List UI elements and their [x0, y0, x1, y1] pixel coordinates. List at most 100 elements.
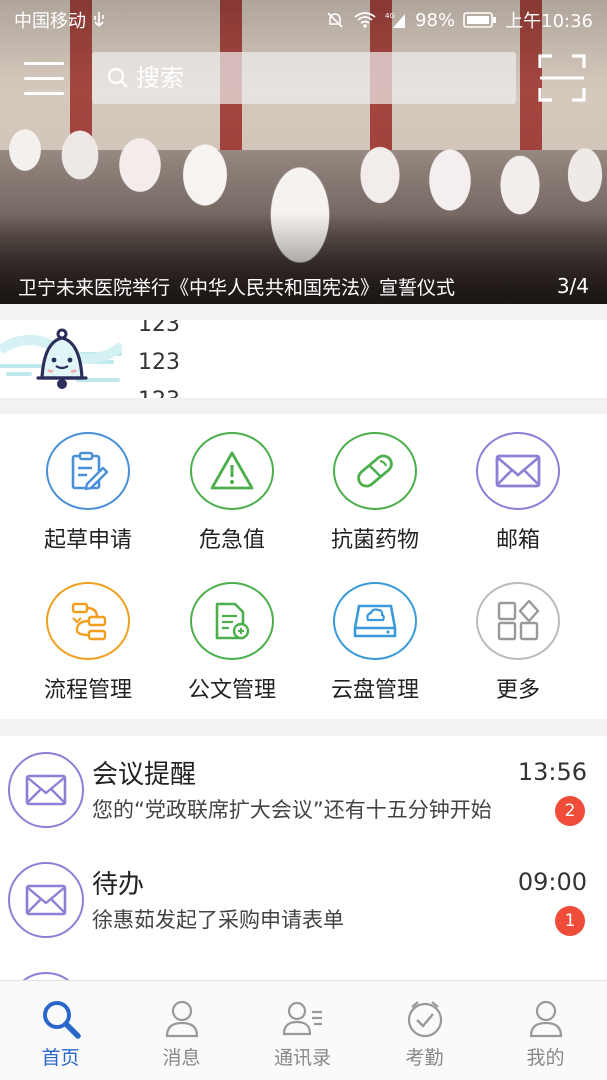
notice-line: 123	[138, 382, 180, 398]
pill-icon	[357, 454, 393, 488]
battery-percent: 98%	[415, 9, 456, 31]
home-search-icon	[42, 1001, 81, 1039]
banner-pager: 3/4	[556, 274, 589, 298]
grid-item-label: 公文管理	[187, 678, 276, 703]
attendance-clock-icon	[407, 1001, 442, 1038]
tab-icon-wrap	[160, 997, 204, 1041]
tab-icon-wrap	[281, 997, 325, 1041]
tab-label: 消息	[162, 1047, 201, 1069]
document-icon-ring	[190, 582, 274, 660]
grid-item-label: 危急值	[198, 528, 265, 553]
signal-icon: 4G	[385, 12, 406, 28]
list-item[interactable]: 待办 09:00 徐惠茹发起了采购申请表单 1	[0, 846, 607, 956]
grid-item-label: 云盘管理	[330, 678, 419, 703]
tab-messages[interactable]: 消息	[121, 981, 242, 1080]
tab-label: 考勤	[405, 1047, 444, 1069]
mail-icon	[495, 454, 541, 488]
mail-icon	[25, 884, 67, 916]
usb-icon	[94, 12, 104, 27]
avatar	[8, 862, 84, 938]
contacts-icon	[282, 1001, 322, 1036]
bottom-tab-bar: 首页 消息 通讯录 考勤 我的	[0, 980, 607, 1080]
wifi-icon	[354, 12, 376, 28]
grid-item-label: 更多	[495, 678, 540, 703]
unread-badge: 2	[555, 796, 585, 826]
menu-button[interactable]	[24, 58, 66, 98]
news-banner[interactable]: 中国移动 4G 98% 上午10:36 搜索 卫宁未来医院举行《中华人民共和国宪…	[0, 0, 607, 304]
menu-icon-bar	[24, 92, 64, 95]
flow-icon-ring	[46, 582, 130, 660]
banner-caption-bar: 卫宁未来医院举行《中华人民共和国宪法》宣誓仪式 3/4	[0, 268, 607, 304]
grid-item-antibiotics[interactable]: 抗菌药物	[300, 414, 450, 554]
flow-icon	[71, 602, 107, 641]
draft-icon-ring	[46, 432, 130, 510]
cloud-drive-icon	[353, 604, 397, 638]
status-bar: 中国移动 4G 98% 上午10:36	[0, 0, 607, 40]
top-bar	[0, 52, 607, 104]
message-list: 会议提醒 13:56 您的“党政联席扩大会议”还有十五分钟开始 2 待办 09:…	[0, 736, 607, 980]
message-time: 09:00	[517, 868, 587, 896]
search-icon	[107, 67, 128, 88]
tab-label: 通讯录	[273, 1047, 331, 1069]
bell-icon	[0, 328, 122, 389]
mail-icon-ring	[476, 432, 560, 510]
more-grid-icon	[497, 599, 540, 641]
tab-icon-wrap	[39, 997, 83, 1041]
search-box[interactable]	[92, 52, 516, 104]
carrier-name: 中国移动	[14, 11, 86, 32]
notice-line: 123	[138, 350, 180, 375]
pill-icon-ring	[333, 432, 417, 510]
message-person-icon	[165, 1000, 198, 1038]
clock: 上午10:36	[505, 11, 593, 32]
message-preview: 徐惠茹发起了采购申请表单	[92, 908, 344, 932]
tab-attendance[interactable]: 考勤	[364, 981, 485, 1080]
message-title: 会议提醒	[92, 760, 197, 790]
grid-item-label: 邮箱	[495, 528, 540, 553]
grid-item-label: 流程管理	[43, 678, 132, 703]
mute-icon	[327, 12, 343, 28]
battery-icon	[463, 12, 497, 28]
grid-item-workflow[interactable]: 流程管理	[13, 564, 163, 704]
menu-icon	[24, 62, 64, 65]
grid-item-label: 起草申请	[43, 528, 132, 553]
function-grid: 起草申请 危急值 抗菌药物 邮箱 流程管理 公文管理 云盘管理 更多	[0, 414, 607, 719]
list-item[interactable]	[0, 956, 607, 980]
avatar	[8, 752, 84, 828]
grid-item-cloud-drive[interactable]: 云盘管理	[300, 564, 450, 704]
avatar	[8, 972, 84, 980]
grid-item-label: 抗菌药物	[330, 528, 419, 553]
tab-label: 我的	[526, 1047, 565, 1069]
cloud-drive-icon-ring	[333, 582, 417, 660]
profile-icon	[529, 1000, 562, 1038]
message-title: 待办	[92, 870, 145, 900]
banner-shade	[0, 0, 607, 304]
grid-item-documents[interactable]: 公文管理	[157, 564, 307, 704]
tab-home[interactable]: 首页	[0, 981, 121, 1080]
message-preview: 您的“党政联席扩大会议”还有十五分钟开始	[92, 798, 492, 822]
grid-item-more[interactable]: 更多	[443, 564, 593, 704]
tab-contacts[interactable]: 通讯录	[242, 981, 363, 1080]
menu-icon-bar	[24, 77, 64, 80]
document-icon	[215, 602, 250, 640]
grid-item-draft-application[interactable]: 起草申请	[13, 414, 163, 554]
more-grid-icon-ring	[476, 582, 560, 660]
list-item[interactable]: 会议提醒 13:56 您的“党政联席扩大会议”还有十五分钟开始 2	[0, 736, 607, 846]
notice-lines: 123 123 123	[138, 320, 180, 398]
mail-icon	[25, 774, 67, 806]
message-time: 13:56	[517, 758, 587, 786]
notice-line: 123	[138, 320, 180, 337]
warning-icon-ring	[190, 432, 274, 510]
scan-icon	[538, 54, 586, 102]
draft-icon	[71, 451, 109, 491]
tab-icon-wrap	[403, 997, 447, 1041]
tab-icon-wrap	[524, 997, 568, 1041]
search-input[interactable]	[136, 64, 496, 92]
grid-item-mailbox[interactable]: 邮箱	[443, 414, 593, 554]
tab-profile[interactable]: 我的	[485, 981, 606, 1080]
scan-button[interactable]	[536, 52, 588, 104]
tab-label: 首页	[41, 1047, 80, 1069]
grid-item-critical-value[interactable]: 危急值	[157, 414, 307, 554]
banner-caption: 卫宁未来医院举行《中华人民共和国宪法》宣誓仪式	[18, 276, 456, 299]
notice-ticker[interactable]: 123 123 123	[0, 320, 607, 398]
unread-badge: 1	[555, 906, 585, 936]
